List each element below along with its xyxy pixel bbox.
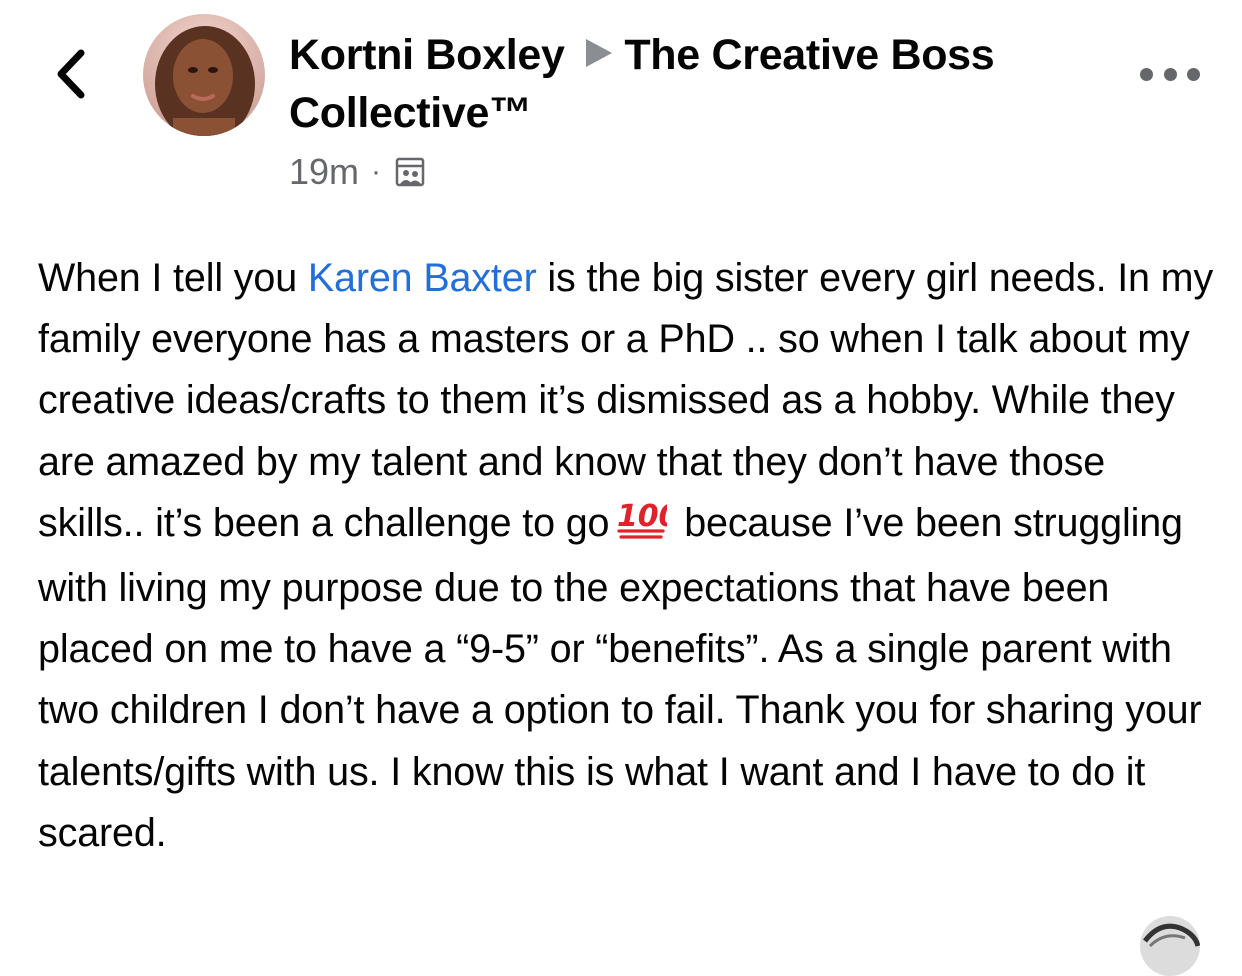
post-title: Kortni Boxley The Creative Boss Collecti… <box>289 26 1089 142</box>
more-dot <box>1163 67 1177 81</box>
mention-link[interactable]: Karen Baxter <box>308 256 537 300</box>
author-name[interactable]: Kortni Boxley <box>289 31 565 79</box>
group-audience-icon <box>395 157 425 187</box>
svg-text:100: 100 <box>617 499 667 534</box>
more-options-button[interactable] <box>1140 62 1200 86</box>
post-text-part1: When I tell you <box>38 256 308 300</box>
meta-separator: · <box>371 155 382 188</box>
post-meta: 19m · <box>289 151 425 193</box>
post-time[interactable]: 19m <box>289 151 359 193</box>
chevron-left-icon <box>57 49 85 99</box>
post-body: When I tell you Karen Baxter is the big … <box>38 248 1218 864</box>
more-dot <box>1187 67 1200 81</box>
arrow-right-icon <box>586 39 613 67</box>
post-header: Kortni Boxley The Creative Boss Collecti… <box>289 26 1089 142</box>
hundred-points-emoji: 100 <box>615 496 680 558</box>
reactor-avatar[interactable] <box>1140 916 1200 976</box>
more-dot <box>1140 67 1153 81</box>
back-button[interactable] <box>46 46 96 102</box>
author-avatar[interactable] <box>143 14 265 136</box>
